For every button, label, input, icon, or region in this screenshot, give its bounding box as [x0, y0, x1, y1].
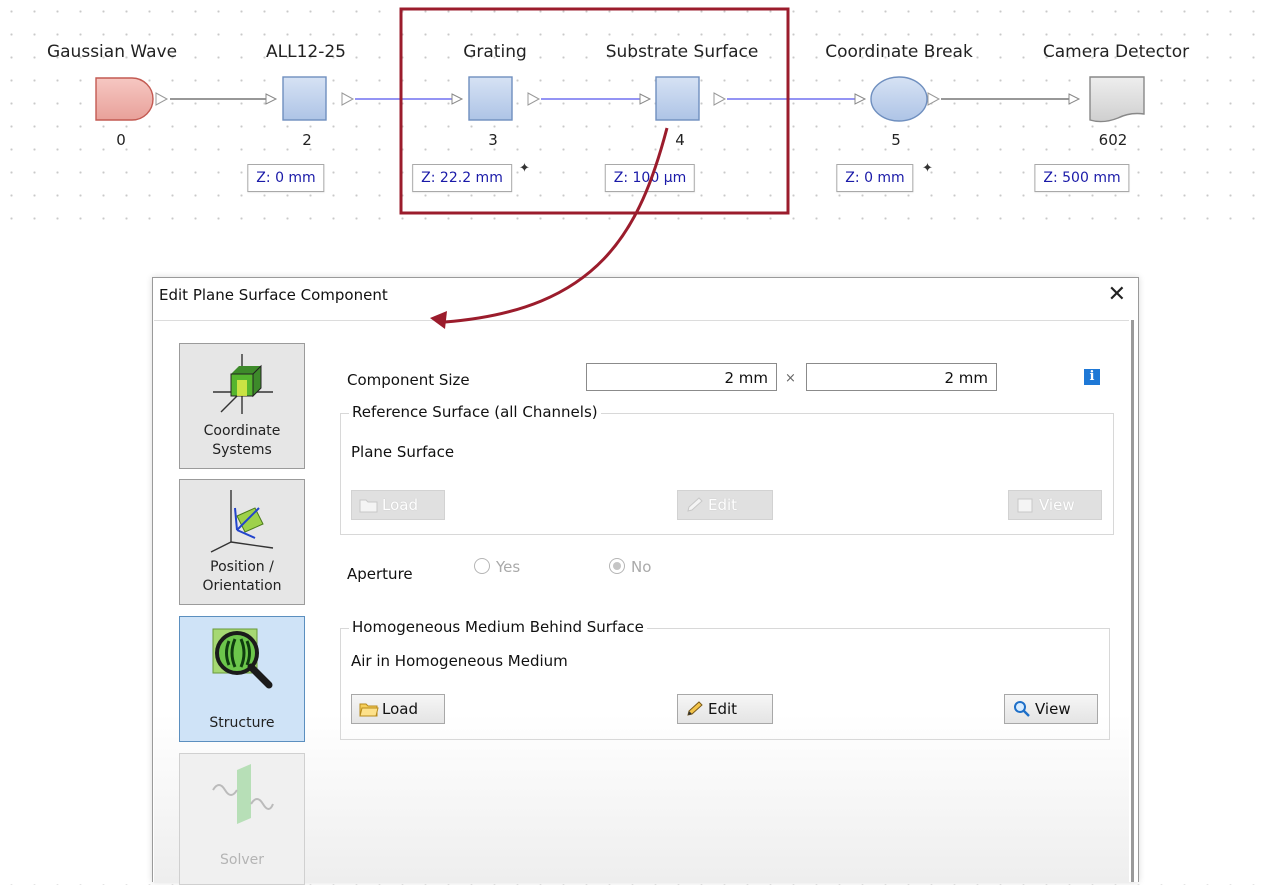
aperture-label: Aperture — [347, 565, 413, 583]
node-index-4: 4 — [675, 131, 685, 149]
node-label-camera-detector: Camera Detector — [1042, 42, 1190, 62]
medium-edit-label: Edit — [708, 700, 738, 718]
medium-edit-button[interactable]: Edit — [677, 694, 773, 724]
folder-icon — [359, 499, 378, 513]
medium-group: Homogeneous Medium Behind Surface Air in… — [340, 618, 1110, 740]
medium-value: Air in Homogeneous Medium — [351, 652, 568, 670]
close-icon[interactable]: ✕ — [1108, 282, 1126, 307]
magnifier-icon — [1014, 701, 1030, 717]
system-editor-canvas: Gaussian Wave ALL12-25 Grating Substrate… — [0, 0, 1268, 230]
folder-icon — [359, 703, 379, 717]
sidebar-item-label: Solver — [220, 852, 264, 868]
reference-view-button[interactable]: View — [1008, 490, 1102, 520]
port-out-4[interactable] — [713, 92, 727, 106]
reference-load-label: Load — [382, 496, 418, 514]
reference-edit-label: Edit — [708, 496, 738, 514]
info-icon[interactable]: i — [1084, 369, 1100, 385]
link-2-3 — [355, 93, 464, 105]
node-source-gaussian-wave[interactable] — [95, 77, 154, 121]
sidebar-item-position-orientation[interactable]: Position / Orientation — [179, 479, 305, 605]
position-orientation-icon — [210, 490, 274, 553]
node-label-grating: Grating — [463, 42, 527, 62]
port-out-5[interactable] — [927, 92, 941, 106]
component-size-width-input[interactable]: 2 mm — [586, 363, 777, 391]
node-camera-detector[interactable] — [1089, 76, 1145, 123]
pencil-icon — [687, 701, 703, 716]
aperture-yes-radio[interactable]: Yes — [474, 558, 520, 576]
link-5-602 — [941, 93, 1081, 105]
sidebar-item-label: Coordinate Systems — [203, 423, 281, 458]
times-glyph: × — [785, 371, 796, 386]
z-distance-tag-4[interactable]: Z: 100 µm — [604, 164, 696, 192]
coordinate-systems-icon — [213, 354, 273, 414]
link-4-5 — [727, 93, 867, 105]
radio-unchecked-icon — [474, 558, 490, 574]
medium-title: Homogeneous Medium Behind Surface — [349, 618, 647, 636]
dialog-body: Coordinate Systems Position / Orientatio… — [154, 320, 1129, 885]
link-3-4 — [541, 93, 652, 105]
aperture-no-radio[interactable]: No — [609, 558, 651, 576]
medium-load-button[interactable]: Load — [351, 694, 445, 724]
solver-icon — [212, 764, 274, 824]
aperture-yes-label: Yes — [496, 558, 521, 576]
reference-surface-title: Reference Surface (all Channels) — [349, 403, 601, 421]
node-index-0: 0 — [116, 131, 126, 149]
port-out-0[interactable] — [155, 92, 169, 106]
reference-load-button[interactable]: Load — [351, 490, 445, 520]
medium-load-label: Load — [382, 700, 418, 718]
sidebar-item-solver[interactable]: Solver — [179, 753, 305, 885]
sidebar-item-label: Structure — [209, 715, 275, 731]
sidebar-item-label: Position / Orientation — [202, 559, 282, 594]
sidebar-item-structure[interactable]: Structure — [179, 616, 305, 742]
scrollbar[interactable] — [1131, 320, 1134, 882]
reference-edit-button[interactable]: Edit — [677, 490, 773, 520]
reference-surface-value: Plane Surface — [351, 443, 455, 461]
link-0-2 — [170, 93, 278, 105]
node-label-coordinate-break: Coordinate Break — [825, 42, 973, 62]
node-substrate-surface[interactable] — [655, 76, 700, 121]
node-label-gaussian-wave: Gaussian Wave — [46, 42, 178, 62]
port-out-2[interactable] — [341, 92, 355, 106]
radio-checked-icon — [609, 558, 625, 574]
pipeline-graph — [95, 7, 1145, 215]
pin-icon: ✦ — [519, 161, 530, 176]
dialog-title: Edit Plane Surface Component — [159, 286, 388, 304]
aperture-no-label: No — [631, 558, 652, 576]
node-grating[interactable] — [468, 76, 513, 121]
view-3d-icon — [1017, 498, 1033, 513]
pencil-icon — [687, 497, 703, 512]
sidebar-item-coordinate-systems[interactable]: Coordinate Systems — [179, 343, 305, 469]
node-lens-all12-25[interactable] — [282, 76, 327, 121]
reference-view-label: View — [1039, 496, 1075, 514]
z-distance-tag-5[interactable]: Z: 0 mm — [836, 164, 914, 192]
node-index-2: 2 — [302, 131, 312, 149]
medium-view-button[interactable]: View — [1004, 694, 1098, 724]
node-index-5: 5 — [891, 131, 901, 149]
port-out-3[interactable] — [527, 92, 541, 106]
node-coordinate-break[interactable] — [870, 76, 928, 122]
node-label-all12-25: ALL12-25 — [266, 42, 346, 62]
edit-plane-surface-dialog: Edit Plane Surface Component ✕ Coordinat… — [152, 277, 1139, 885]
z-distance-tag-3[interactable]: Z: 22.2 mm — [412, 164, 512, 192]
z-distance-tag-2[interactable]: Z: 0 mm — [247, 164, 325, 192]
node-index-3: 3 — [488, 131, 498, 149]
component-size-height-input[interactable]: 2 mm — [806, 363, 997, 391]
node-label-substrate-surface: Substrate Surface — [605, 42, 759, 62]
component-size-label: Component Size — [347, 371, 470, 389]
medium-view-label: View — [1035, 700, 1071, 718]
pin-icon: ✦ — [922, 161, 933, 176]
z-distance-tag-602[interactable]: Z: 500 mm — [1034, 164, 1130, 192]
structure-icon — [212, 628, 273, 689]
node-index-602: 602 — [1098, 131, 1128, 149]
reference-surface-group: Reference Surface (all Channels) Plane S… — [340, 403, 1114, 535]
